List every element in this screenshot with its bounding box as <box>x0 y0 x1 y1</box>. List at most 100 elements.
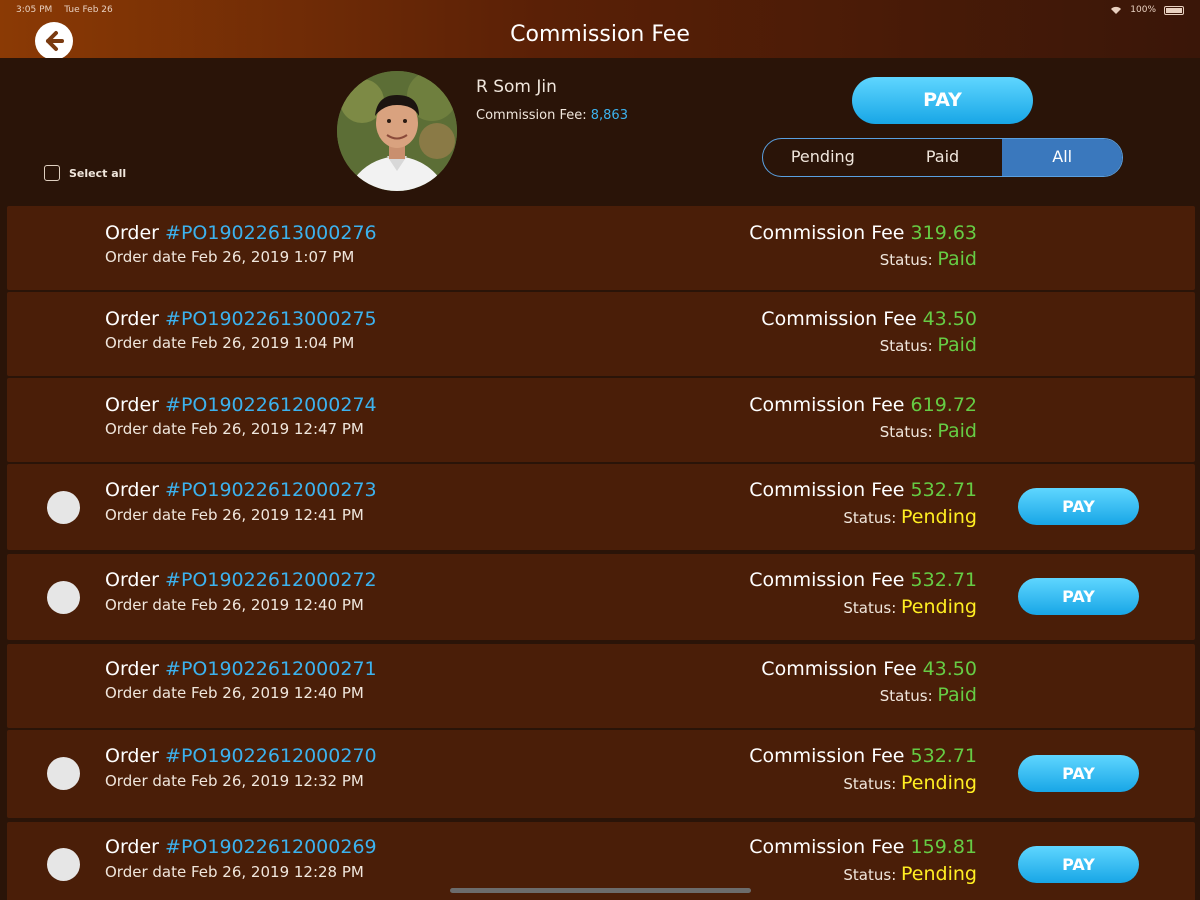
status-time: 3:05 PM <box>16 5 53 15</box>
filter-all[interactable]: All <box>1002 139 1122 176</box>
order-number[interactable]: #PO19022613000276 <box>165 222 377 244</box>
table-row[interactable]: Order #PO19022612000272 Order date Feb 2… <box>7 554 1195 640</box>
status-label: Status: <box>879 687 933 705</box>
order-label: Order <box>105 569 159 591</box>
status-label: Status: <box>843 775 897 793</box>
commission-fee: Commission Fee 319.63 <box>749 222 977 244</box>
table-row[interactable]: Order #PO19022613000276 Order date Feb 2… <box>7 206 1195 290</box>
commission-fee: Commission Fee 532.71 <box>749 479 977 501</box>
order-label: Order <box>105 836 159 858</box>
order-number[interactable]: #PO19022612000273 <box>165 479 377 501</box>
order-number[interactable]: #PO19022612000269 <box>165 836 377 858</box>
profile-header: R Som Jin Commission Fee: 8,863 Select a… <box>0 58 1200 206</box>
commission-fee: Commission Fee 43.50 <box>761 658 977 680</box>
fee-amount: 619.72 <box>910 394 977 416</box>
user-name: R Som Jin <box>476 77 557 97</box>
avatar <box>337 71 457 191</box>
pay-button[interactable]: PAY <box>1018 755 1139 792</box>
table-row[interactable]: Order #PO19022612000273 Order date Feb 2… <box>7 464 1195 550</box>
order-status: Status: Pending <box>843 772 977 794</box>
fee-label: Commission Fee <box>749 745 905 767</box>
order-date: Order date Feb 26, 2019 1:07 PM <box>105 248 355 266</box>
pay-button[interactable]: PAY <box>1018 578 1139 615</box>
order-title: Order #PO19022612000274 <box>105 394 377 416</box>
order-number[interactable]: #PO19022613000275 <box>165 308 377 330</box>
order-status: Status: Paid <box>880 248 977 270</box>
row-select-radio[interactable] <box>47 491 80 524</box>
pay-button[interactable]: PAY <box>1018 488 1139 525</box>
table-row[interactable]: Order #PO19022612000270 Order date Feb 2… <box>7 730 1195 818</box>
user-commission: Commission Fee: 8,863 <box>476 108 628 123</box>
order-date: Order date Feb 26, 2019 12:41 PM <box>105 506 364 524</box>
order-title: Order #PO19022612000270 <box>105 745 377 767</box>
order-number[interactable]: #PO19022612000271 <box>165 658 377 680</box>
status-value: Paid <box>937 420 977 442</box>
battery-icon <box>1164 5 1184 15</box>
order-title: Order #PO19022612000273 <box>105 479 377 501</box>
fee-label: Commission Fee <box>749 569 905 591</box>
status-date: Tue Feb 26 <box>64 5 113 15</box>
order-number[interactable]: #PO19022612000274 <box>165 394 377 416</box>
order-title: Order #PO19022612000271 <box>105 658 377 680</box>
select-all-checkbox[interactable]: Select all <box>44 165 126 181</box>
status-label: Status: <box>879 423 933 441</box>
status-label: Status: <box>843 866 897 884</box>
fee-label: Commission Fee <box>749 394 905 416</box>
filter-paid[interactable]: Paid <box>883 139 1003 176</box>
home-indicator <box>450 888 751 893</box>
commission-fee: Commission Fee 159.81 <box>749 836 977 858</box>
order-number[interactable]: #PO19022612000270 <box>165 745 377 767</box>
commission-fee: Commission Fee 532.71 <box>749 569 977 591</box>
status-value: Pending <box>901 863 977 885</box>
order-date: Order date Feb 26, 2019 1:04 PM <box>105 334 355 352</box>
table-row[interactable]: Order #PO19022612000274 Order date Feb 2… <box>7 378 1195 462</box>
status-value: Pending <box>901 506 977 528</box>
order-list: Order #PO19022613000276 Order date Feb 2… <box>0 206 1200 900</box>
order-date: Order date Feb 26, 2019 12:47 PM <box>105 420 364 438</box>
status-filter: Pending Paid All <box>762 138 1123 177</box>
fee-amount: 43.50 <box>922 658 977 680</box>
user-fee-label: Commission Fee: <box>476 108 587 123</box>
fee-label: Commission Fee <box>749 836 905 858</box>
fee-label: Commission Fee <box>749 222 905 244</box>
fee-label: Commission Fee <box>761 658 917 680</box>
order-label: Order <box>105 479 159 501</box>
order-date: Order date Feb 26, 2019 12:32 PM <box>105 772 364 790</box>
order-status: Status: Paid <box>880 334 977 356</box>
fee-amount: 532.71 <box>910 745 977 767</box>
status-value: Paid <box>937 248 977 270</box>
fee-label: Commission Fee <box>761 308 917 330</box>
order-label: Order <box>105 394 159 416</box>
row-select-radio[interactable] <box>47 581 80 614</box>
status-value: Paid <box>937 684 977 706</box>
select-all-label: Select all <box>69 166 127 180</box>
status-value: Paid <box>937 334 977 356</box>
table-row[interactable]: Order #PO19022613000275 Order date Feb 2… <box>7 292 1195 376</box>
filter-pending[interactable]: Pending <box>763 139 883 176</box>
order-label: Order <box>105 745 159 767</box>
pay-button[interactable]: PAY <box>1018 846 1139 883</box>
order-status: Status: Pending <box>843 596 977 618</box>
checkbox-icon <box>44 165 60 181</box>
page-title: Commission Fee <box>510 22 690 47</box>
pay-all-button[interactable]: PAY <box>852 77 1033 124</box>
order-status: Status: Pending <box>843 863 977 885</box>
order-title: Order #PO19022612000269 <box>105 836 377 858</box>
order-label: Order <box>105 658 159 680</box>
user-fee-value: 8,863 <box>590 108 628 123</box>
row-select-radio[interactable] <box>47 757 80 790</box>
fee-amount: 319.63 <box>910 222 977 244</box>
table-row[interactable]: Order #PO19022612000271 Order date Feb 2… <box>7 644 1195 728</box>
commission-fee: Commission Fee 532.71 <box>749 745 977 767</box>
order-status: Status: Paid <box>880 420 977 442</box>
order-status: Status: Pending <box>843 506 977 528</box>
row-select-radio[interactable] <box>47 848 80 881</box>
order-title: Order #PO19022613000276 <box>105 222 377 244</box>
fee-label: Commission Fee <box>749 479 905 501</box>
status-value: Pending <box>901 772 977 794</box>
order-title: Order #PO19022612000272 <box>105 569 377 591</box>
order-number[interactable]: #PO19022612000272 <box>165 569 377 591</box>
commission-fee: Commission Fee 43.50 <box>761 308 977 330</box>
fee-amount: 159.81 <box>910 836 977 858</box>
order-date: Order date Feb 26, 2019 12:28 PM <box>105 863 364 881</box>
